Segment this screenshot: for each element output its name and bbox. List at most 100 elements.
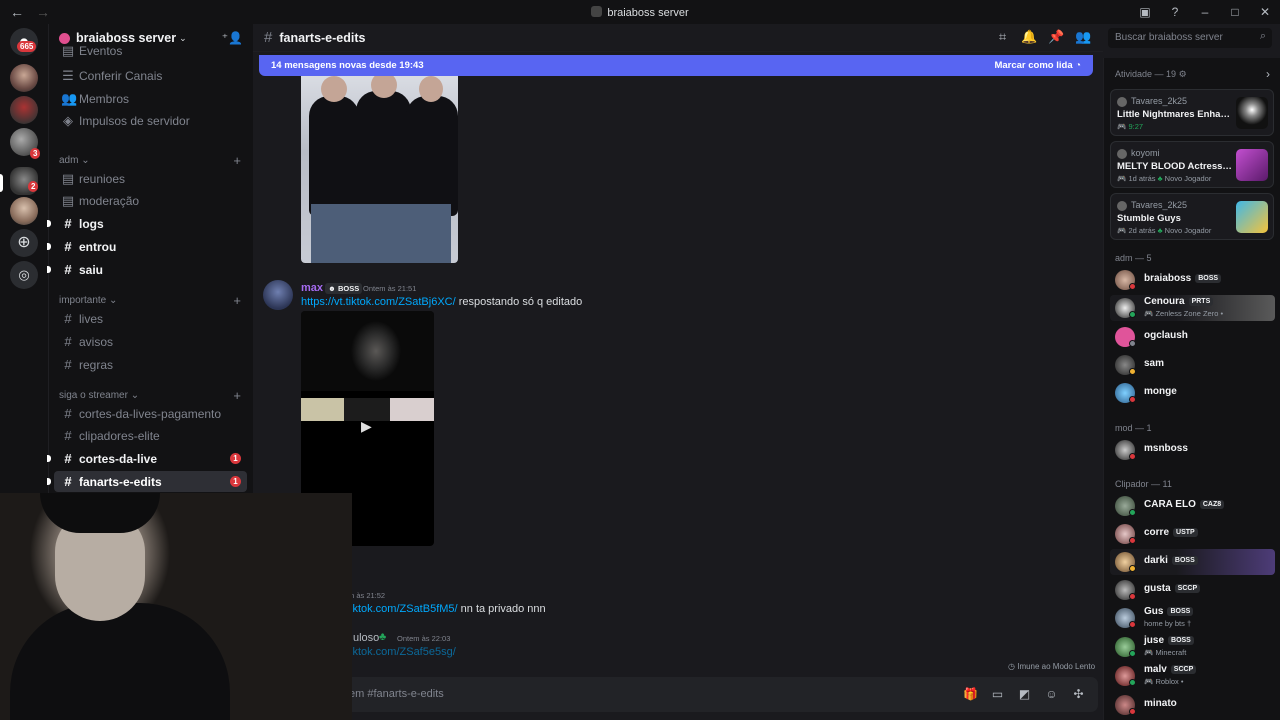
server-3-badge: 3: [30, 148, 41, 159]
channel-lives[interactable]: # lives: [54, 308, 247, 329]
message-author[interactable]: max: [301, 282, 323, 294]
status-indicator: [1129, 396, 1136, 403]
gear-icon[interactable]: ⚙: [1179, 69, 1187, 79]
add-channel-icon[interactable]: +: [233, 293, 241, 308]
channel-cortes-da-live[interactable]: # cortes-da-live 1: [47, 448, 247, 469]
category-siga-o-streamer[interactable]: siga o streamer ⌄ +: [59, 388, 247, 403]
member-item[interactable]: CARA ELO CAZ8: [1110, 493, 1275, 519]
member-item[interactable]: malv SCCP 🎮 Roblox •: [1110, 663, 1275, 689]
avatar[interactable]: [263, 280, 293, 310]
member-item[interactable]: monge: [1110, 380, 1275, 406]
status-indicator: [1129, 593, 1136, 600]
channel-cortes-da-lives-pagamento[interactable]: # cortes-da-lives-pagamento: [54, 403, 247, 424]
category-importante[interactable]: importante ⌄ +: [59, 293, 247, 308]
message-timestamp: Ontem às 22:03: [397, 634, 451, 643]
sidebar-item-conferir-canais[interactable]: ☰ Conferir Canais: [54, 65, 247, 86]
channel-moderacao[interactable]: ▤ moderação: [54, 190, 247, 211]
server-icon-2[interactable]: [10, 96, 38, 124]
new-messages-banner[interactable]: 14 mensagens novas desde 19:43 Marcar co…: [259, 55, 1093, 76]
channel-clipadores-elite[interactable]: # clipadores-elite: [54, 425, 247, 446]
chevron-down-icon: ⌄: [179, 32, 187, 43]
member-list-icon[interactable]: 👥: [1070, 29, 1097, 45]
member-item[interactable]: corre USTP: [1110, 521, 1275, 547]
server-icon: [591, 5, 603, 17]
category-adm[interactable]: adm ⌄ +: [59, 153, 247, 168]
add-server-icon[interactable]: ⊕: [10, 229, 38, 257]
selected-pill: [0, 174, 3, 192]
member-item[interactable]: ogclaush: [1110, 324, 1275, 350]
member-sidebar: Atividade — 19 ⚙ › Tavares_2k25 Little N…: [1103, 58, 1280, 720]
sprout-icon: ♣: [1157, 174, 1163, 183]
channel-logs[interactable]: # logs: [47, 213, 247, 234]
invite-icon[interactable]: ⁺👤: [222, 31, 243, 45]
help-icon[interactable]: ?: [1160, 5, 1190, 19]
sidebar-item-impulsos[interactable]: ◈ Impulsos de servidor: [54, 110, 247, 131]
gamepad-icon: 🎮: [1117, 122, 1127, 131]
gif-icon[interactable]: ▭: [984, 687, 1011, 701]
member-item[interactable]: Gus BOSS home by bts †: [1110, 605, 1275, 631]
chevron-right-icon[interactable]: ›: [1266, 67, 1270, 81]
member-item[interactable]: sam: [1110, 352, 1275, 378]
message-link[interactable]: iktok.com/ZSaf5e5sg/: [350, 646, 456, 658]
add-channel-icon[interactable]: +: [233, 388, 241, 403]
emoji-icon[interactable]: ☺: [1038, 687, 1065, 701]
activity-card[interactable]: Tavares_2k25 Stumble Guys 🎮 2d atrás ♣ N…: [1110, 193, 1274, 240]
message-author[interactable]: uloso: [353, 632, 379, 644]
sidebar-item-membros[interactable]: 👥 Membros: [54, 88, 247, 109]
message-link[interactable]: https://vt.tiktok.com/ZSatBj6XC/: [301, 296, 456, 308]
pin-icon[interactable]: 📌: [1043, 29, 1070, 45]
status-indicator: [1129, 708, 1136, 715]
channel-avisos[interactable]: # avisos: [54, 331, 247, 352]
member-item[interactable]: juse BOSS 🎮 Minecraft: [1110, 634, 1275, 660]
sprout-icon: ♣: [1157, 226, 1163, 235]
activity-card[interactable]: koyomi MELTY BLOOD Actress Again Current…: [1110, 141, 1274, 188]
discover-icon[interactable]: ◎: [10, 261, 38, 289]
channel-entrou[interactable]: # entrou: [47, 236, 247, 257]
unread-pip: [47, 266, 51, 273]
status-indicator: [1129, 621, 1136, 628]
activity-card[interactable]: Tavares_2k25 Little Nightmares Enhanced …: [1110, 89, 1274, 136]
server-icon-1[interactable]: [10, 64, 38, 92]
image-attachment[interactable]: [301, 76, 458, 263]
member-item[interactable]: msnboss: [1110, 437, 1275, 463]
search-input[interactable]: Buscar braiaboss server ⌕: [1108, 28, 1272, 48]
play-icon[interactable]: ▶: [361, 418, 372, 435]
member-item[interactable]: Cenoura PRTS 🎮 Zenless Zone Zero •: [1110, 295, 1275, 321]
member-item[interactable]: minato: [1110, 692, 1275, 718]
member-item[interactable]: braiaboss BOSS: [1110, 267, 1275, 293]
add-channel-icon[interactable]: +: [233, 153, 241, 168]
status-indicator: [1129, 509, 1136, 516]
hash-icon: #: [64, 357, 72, 372]
gift-icon[interactable]: 🎁: [957, 687, 984, 701]
inbox-icon[interactable]: ▣: [1130, 5, 1160, 19]
message-link[interactable]: iktok.com/ZSatB5fM5/: [350, 603, 458, 615]
message-timestamp: m às 21:52: [348, 591, 386, 600]
avatar: [1117, 149, 1127, 159]
channel-saiu[interactable]: # saiu: [47, 259, 247, 280]
channel-reunioes[interactable]: ▤ reunioes: [54, 168, 247, 189]
apps-icon[interactable]: ✣: [1065, 687, 1092, 701]
home-badge: 665: [17, 41, 37, 52]
member-item[interactable]: gusta SCCP: [1110, 577, 1275, 603]
threads-icon[interactable]: ⌗: [989, 29, 1016, 45]
notification-bell-icon[interactable]: 🔔: [1016, 29, 1043, 45]
status-indicator: [1129, 368, 1136, 375]
hash-icon: #: [64, 334, 72, 349]
unread-pip: [47, 220, 51, 227]
mention-count-badge: 1: [230, 476, 241, 487]
member-item[interactable]: darki BOSS: [1110, 549, 1275, 575]
channel-regras[interactable]: # regras: [54, 354, 247, 375]
clan-tag-badge: BOSS: [1171, 556, 1198, 565]
server-logo-icon: [59, 32, 70, 44]
minimize-button[interactable]: –: [1190, 5, 1220, 19]
message-composer[interactable]: em #fanarts-e-edits 🎁 ▭ ◩ ☺ ✣: [259, 677, 1098, 712]
clan-tag-badge: BOSS: [1167, 607, 1194, 616]
close-button[interactable]: ✕: [1250, 5, 1280, 19]
server-icon-5[interactable]: [10, 197, 38, 225]
maximize-button[interactable]: □: [1220, 5, 1250, 19]
mark-as-read-button[interactable]: Marcar como lida ◔: [994, 60, 1081, 71]
game-thumbnail: [1236, 97, 1268, 129]
sidebar-item-eventos[interactable]: ▤ Eventos: [54, 44, 247, 58]
channel-fanarts-e-edits[interactable]: # fanarts-e-edits 1: [47, 471, 247, 492]
sticker-icon[interactable]: ◩: [1011, 687, 1038, 701]
